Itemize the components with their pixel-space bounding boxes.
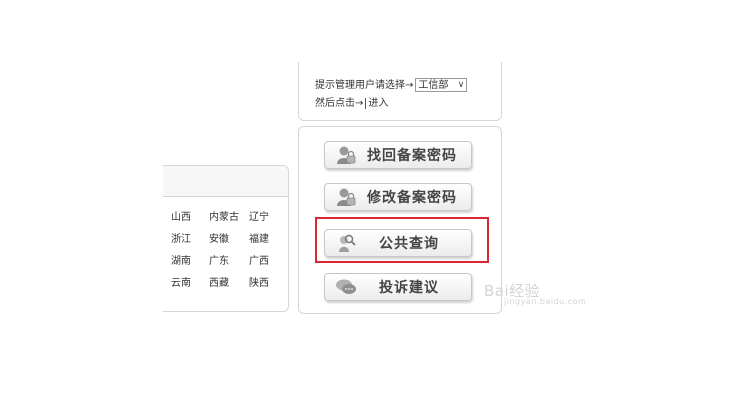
complaint-button[interactable]: 投诉建议 — [324, 273, 472, 301]
province-row: 湖南 广东 广西 — [171, 248, 287, 270]
complaint-label: 投诉建议 — [379, 280, 439, 296]
hint-row: 提示管理用户请选择→ 工信部 ∨ — [315, 76, 468, 92]
province-link[interactable]: 安徽 — [209, 230, 249, 245]
chevron-down-icon: ∨ — [457, 80, 465, 90]
lock-person-icon — [335, 145, 357, 165]
recover-password-button[interactable]: 找回备案密码 — [324, 141, 472, 169]
chat-people-icon — [335, 277, 357, 297]
hint-text: 提示管理用户请选择→ — [315, 80, 414, 91]
department-select-value: 工信部 — [418, 80, 449, 91]
province-panel: 山西 内蒙古 辽宁 浙江 安徽 福建 湖南 广东 广西 云南 西藏 陕西 — [163, 165, 289, 312]
province-row: 云南 西藏 陕西 — [171, 270, 287, 292]
province-link[interactable]: 云南 — [171, 274, 209, 289]
province-link[interactable]: 广西 — [249, 252, 287, 267]
province-grid: 山西 内蒙古 辽宁 浙江 安徽 福建 湖南 广东 广西 云南 西藏 陕西 — [171, 204, 287, 292]
province-link[interactable]: 山西 — [171, 208, 209, 223]
province-link[interactable]: 西藏 — [209, 274, 249, 289]
province-link[interactable]: 福建 — [249, 230, 287, 245]
highlight-box — [315, 217, 489, 263]
watermark: Bai经验 jingyan.baidu.com — [484, 280, 586, 306]
recover-password-label: 找回备案密码 — [367, 148, 457, 164]
province-panel-header — [163, 166, 288, 197]
change-password-button[interactable]: 修改备案密码 — [324, 183, 472, 211]
province-link[interactable]: 内蒙古 — [209, 208, 249, 223]
change-password-label: 修改备案密码 — [367, 190, 457, 206]
then-row: 然后点击→ 进入 — [315, 94, 389, 109]
province-link[interactable]: 浙江 — [171, 230, 209, 245]
province-link[interactable]: 广东 — [209, 252, 249, 267]
lock-person-icon — [335, 187, 357, 207]
department-select[interactable]: 工信部 ∨ — [415, 78, 468, 92]
province-row: 浙江 安徽 福建 — [171, 226, 287, 248]
enter-link[interactable]: 进入 — [365, 98, 389, 109]
province-row: 山西 内蒙古 辽宁 — [171, 204, 287, 226]
login-panel: 提示管理用户请选择→ 工信部 ∨ 然后点击→ 进入 — [298, 62, 502, 121]
province-link[interactable]: 辽宁 — [249, 208, 287, 223]
watermark-subtext: jingyan.baidu.com — [504, 297, 587, 306]
then-text: 然后点击→ — [315, 98, 364, 109]
province-link[interactable]: 陕西 — [249, 274, 287, 289]
province-link[interactable]: 湖南 — [171, 252, 209, 267]
